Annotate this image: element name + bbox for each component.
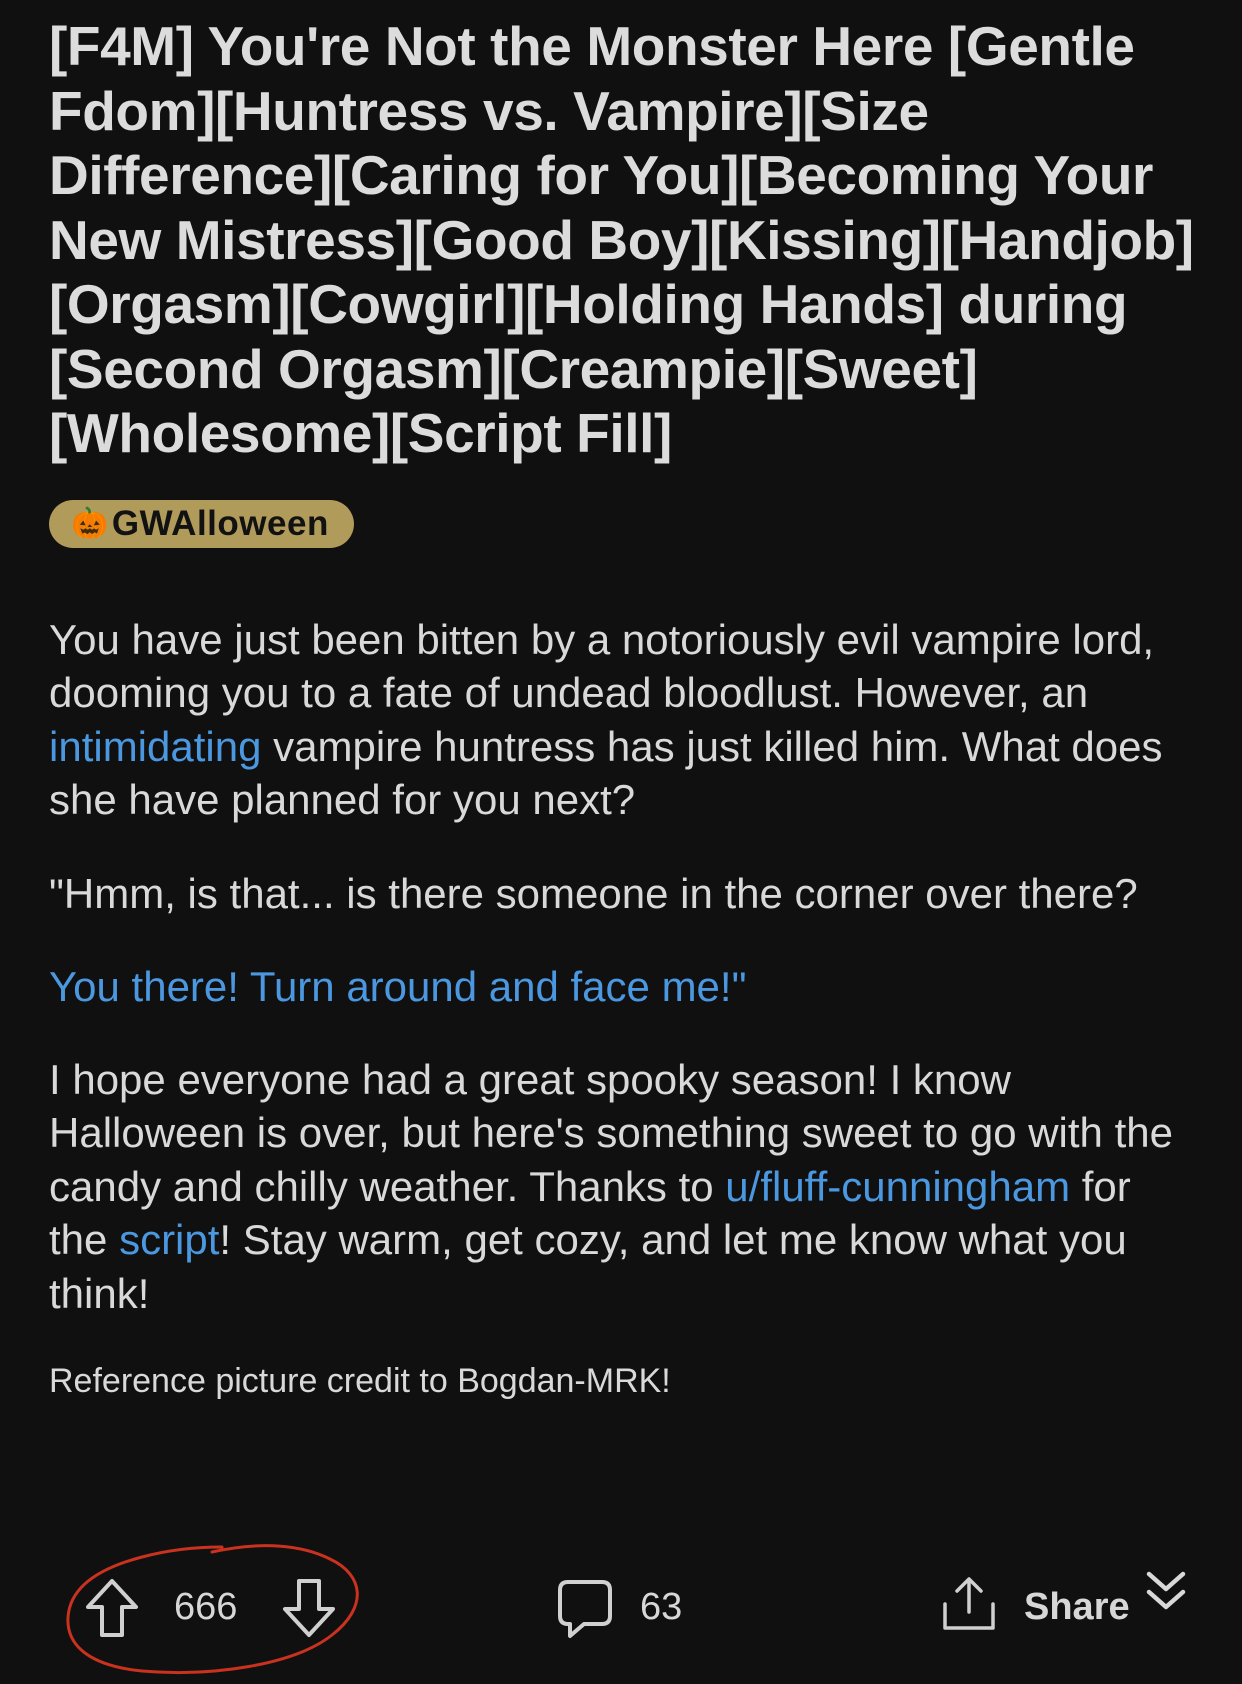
arrow-down-icon bbox=[283, 1579, 335, 1637]
vote-count: 666 bbox=[174, 1586, 238, 1628]
post: [F4M] You're Not the Monster Here [Gentl… bbox=[49, 14, 1199, 1402]
body-paragraph-4: I hope everyone had a great spooky seaso… bbox=[49, 1053, 1199, 1321]
post-title[interactable]: [F4M] You're Not the Monster Here [Gentl… bbox=[49, 14, 1199, 466]
upvote-button[interactable] bbox=[82, 1576, 142, 1640]
collapse-button[interactable] bbox=[1145, 1568, 1187, 1614]
comment-bubble-icon bbox=[558, 1580, 612, 1638]
share-button[interactable]: Share bbox=[940, 1574, 1135, 1644]
share-label: Share bbox=[1024, 1586, 1130, 1628]
jack-o-lantern-icon: 🎃 bbox=[71, 506, 109, 540]
post-body: You have just been bitten by a notorious… bbox=[49, 613, 1199, 1403]
post-flair[interactable]: 🎃 GWAlloween bbox=[49, 499, 354, 548]
comment-count: 63 bbox=[640, 1586, 683, 1628]
comments-button[interactable]: 63 bbox=[556, 1578, 696, 1648]
downvote-button[interactable] bbox=[279, 1576, 339, 1640]
body-text: You have just been bitten by a notorious… bbox=[49, 615, 1155, 717]
body-paragraph-3: You there! Turn around and face me!" bbox=[49, 960, 1199, 1014]
arrow-up-icon bbox=[86, 1579, 138, 1637]
share-icon bbox=[943, 1577, 995, 1630]
body-paragraph-1: You have just been bitten by a notorious… bbox=[49, 613, 1199, 827]
flair-label: GWAlloween bbox=[111, 503, 329, 543]
turn-around-link[interactable]: You there! Turn around and face me!" bbox=[49, 963, 747, 1010]
action-bar: 666 63 Share bbox=[0, 1560, 1242, 1670]
double-chevron-down-icon bbox=[1146, 1571, 1186, 1610]
vote-group: 666 bbox=[82, 1576, 347, 1640]
user-link[interactable]: u/fluff-cunningham bbox=[725, 1163, 1070, 1210]
body-paragraph-2: "Hmm, is that... is there someone in the… bbox=[49, 869, 1138, 917]
intimidating-link[interactable]: intimidating bbox=[49, 723, 261, 770]
script-link[interactable]: script bbox=[119, 1216, 219, 1263]
credit-text: Reference picture credit to Bogdan-MRK! bbox=[49, 1362, 671, 1400]
